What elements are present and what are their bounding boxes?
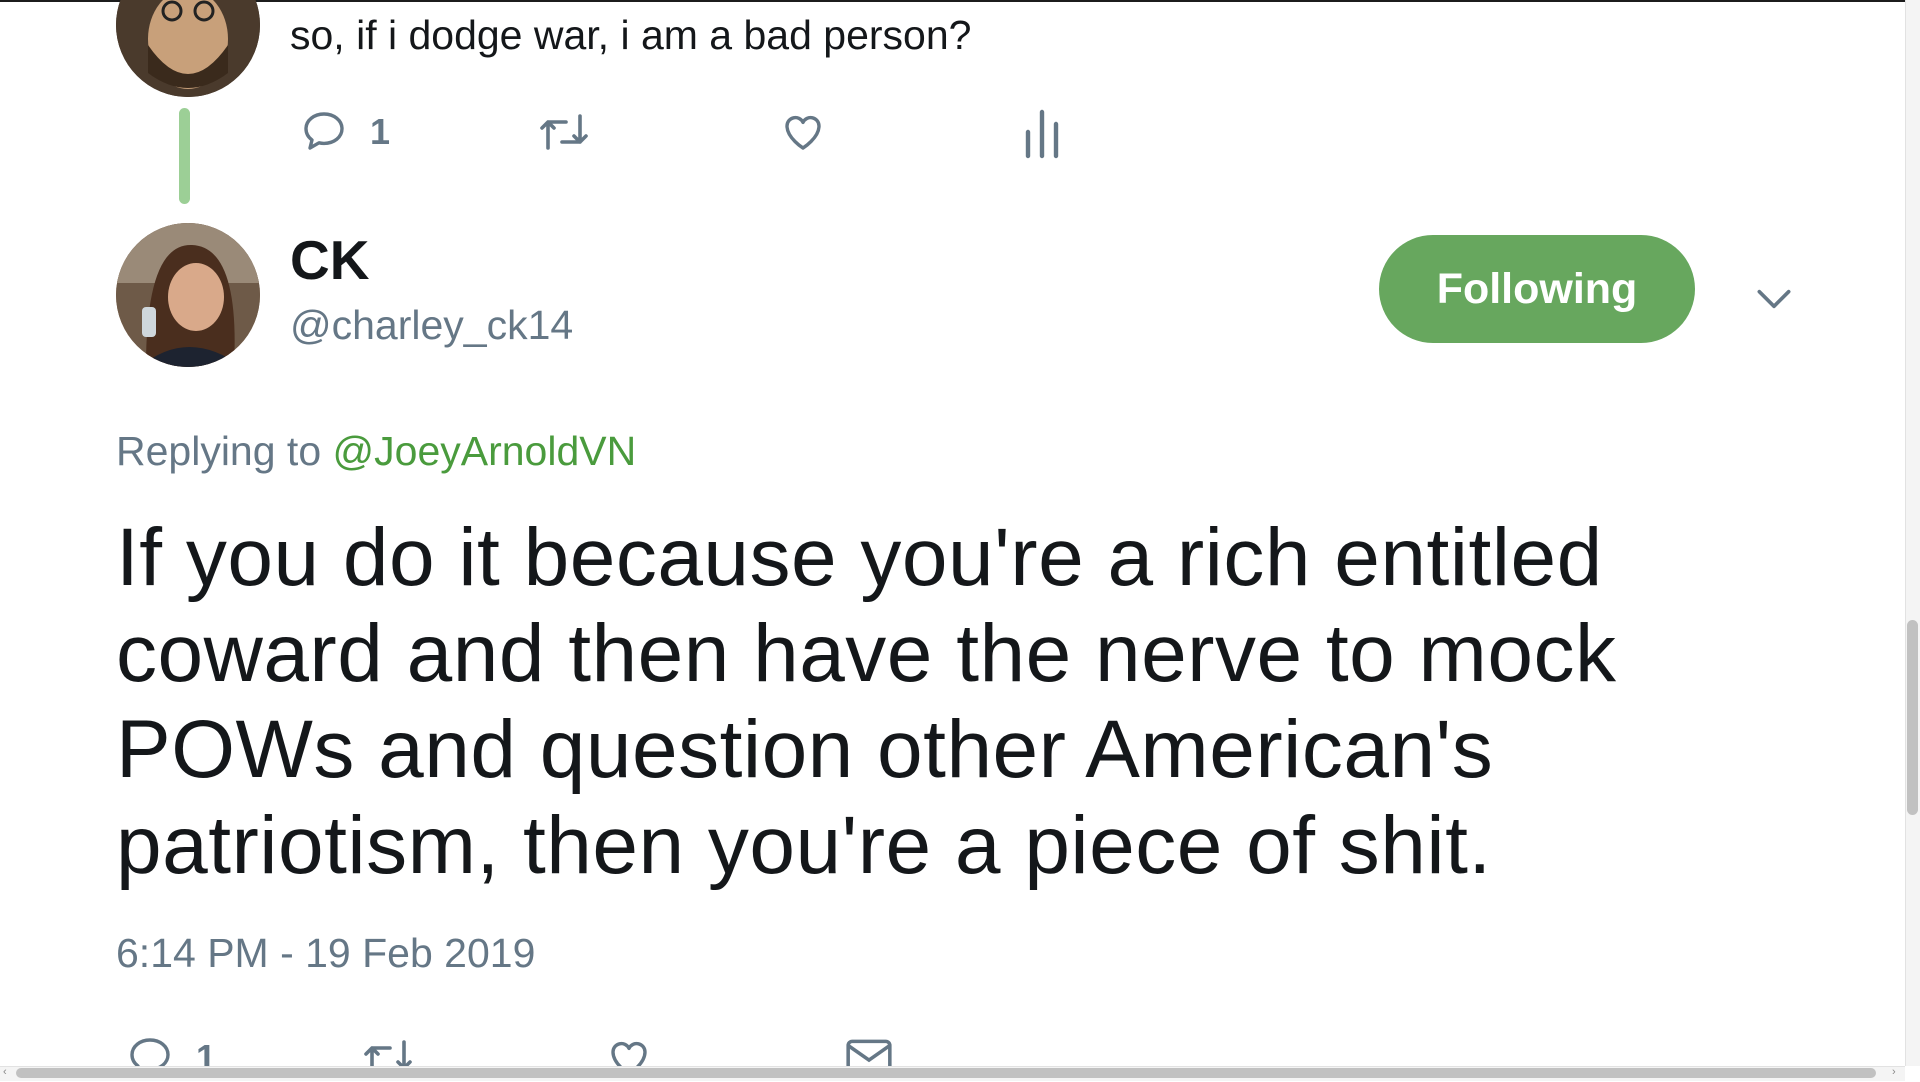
horizontal-scrollbar-thumb[interactable] [16, 1068, 1876, 1078]
reply-icon [300, 108, 348, 156]
previous-analytics-action[interactable] [1022, 108, 1062, 160]
avatar-previous-author[interactable] [116, 0, 260, 97]
previous-reply-count: 1 [370, 111, 391, 152]
scroll-right-arrow-icon[interactable]: › [1892, 1066, 1896, 1078]
author-handle[interactable]: @charley_ck14 [290, 302, 573, 349]
thread-connector-line [179, 108, 190, 204]
tweet-text: If you do it because you're a rich entit… [116, 512, 1617, 891]
vertical-scrollbar-thumb[interactable] [1907, 620, 1918, 815]
vertical-scrollbar[interactable] [1905, 0, 1920, 1066]
analytics-icon [1022, 108, 1062, 160]
avatar-ck[interactable] [116, 223, 260, 367]
author-display-name[interactable]: CK [290, 228, 369, 292]
retweet-icon [536, 108, 592, 156]
previous-like-action[interactable] [778, 108, 828, 156]
more-options-chevron[interactable] [1752, 277, 1796, 321]
previous-tweet-text: so, if i dodge war, i am a bad person? [290, 12, 972, 58]
replying-to-line: Replying to @JoeyArnoldVN [116, 428, 636, 475]
following-button[interactable]: Following [1379, 235, 1695, 343]
window-top-border [0, 0, 1920, 2]
replying-to-mention-link[interactable]: @JoeyArnoldVN [333, 428, 637, 474]
chevron-down-icon [1752, 289, 1796, 325]
replying-to-prefix: Replying to [116, 428, 333, 474]
previous-retweet-action[interactable] [536, 108, 592, 156]
previous-reply-action[interactable]: 1 [300, 108, 390, 156]
scroll-left-arrow-icon[interactable]: ‹ [3, 1066, 7, 1078]
like-icon [778, 108, 828, 156]
tweet-timestamp[interactable]: 6:14 PM - 19 Feb 2019 [116, 930, 535, 977]
